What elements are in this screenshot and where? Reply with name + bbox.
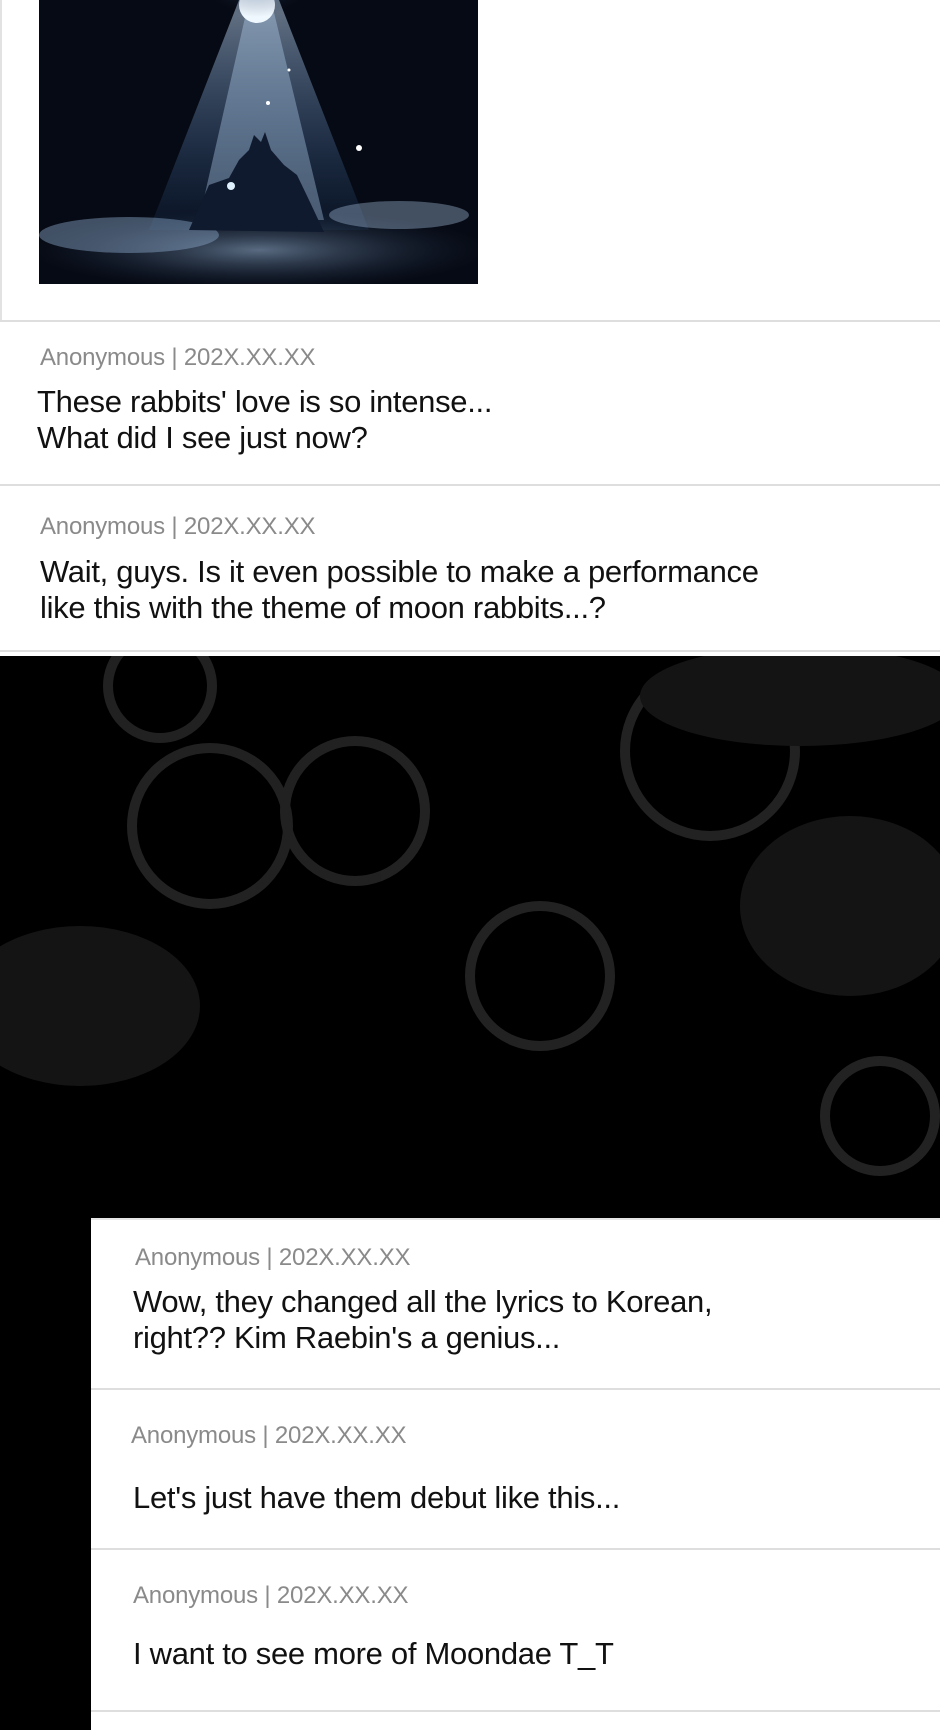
comment-4: Anonymous | 202X.XX.XX Let's just have t… (91, 1390, 940, 1548)
comment-text: These rabbits' love is so intense... Wha… (37, 384, 493, 455)
comment-meta: Anonymous | 202X.XX.XX (40, 344, 316, 371)
comment-2: Anonymous | 202X.XX.XX Wait, guys. Is it… (0, 486, 940, 650)
comic-page: Anonymous | 202X.XX.XX These rabbits' lo… (0, 0, 940, 1730)
comment-3: Anonymous | 202X.XX.XX Wow, they changed… (91, 1220, 940, 1388)
comment-text: Wait, guys. Is it even possible to make … (40, 554, 759, 625)
comment-text: I want to see more of Moondae T_T (133, 1636, 614, 1671)
divider (0, 650, 940, 652)
comment-meta: Anonymous | 202X.XX.XX (40, 513, 316, 540)
comment-meta: Anonymous | 202X.XX.XX (133, 1582, 409, 1609)
comment-meta: Anonymous | 202X.XX.XX (131, 1422, 407, 1449)
comment-text: Let's just have them debut like this... (133, 1480, 621, 1515)
divider (91, 1710, 940, 1712)
comment-meta: Anonymous | 202X.XX.XX (135, 1244, 411, 1271)
comment-text: Wow, they changed all the lyrics to Kore… (133, 1284, 713, 1355)
lower-comment-panel: Anonymous | 202X.XX.XX Wow, they changed… (91, 1218, 940, 1730)
moon-rabbit-silhouette-image (39, 0, 478, 284)
top-panel (0, 0, 940, 320)
comment-5: Anonymous | 202X.XX.XX I want to see mor… (91, 1550, 940, 1710)
comment-1: Anonymous | 202X.XX.XX These rabbits' lo… (0, 322, 940, 484)
